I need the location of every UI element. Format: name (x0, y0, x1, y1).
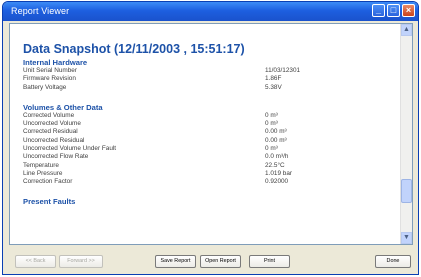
report-panel: Data Snapshot (12/11/2003 , 15:51:17) In… (9, 23, 413, 245)
scroll-thumb[interactable] (401, 179, 412, 203)
row-value: 0 m³ (265, 145, 278, 153)
row-value: 0 m³ (265, 111, 278, 119)
row-label: Correction Factor (23, 178, 73, 186)
section-title: Volumes & Other Data (23, 102, 103, 112)
table-row: Line Pressure 1.019 bar (23, 170, 393, 178)
table-row: Corrected Volume 0 m³ (23, 112, 393, 120)
row-label: Line Pressure (23, 169, 63, 177)
row-label: Corrected Residual (23, 128, 78, 136)
row-value: 1.019 bar (265, 169, 293, 177)
section-title: Internal Hardware (23, 58, 88, 67)
row-value: 22.5°C (265, 161, 285, 169)
table-row: Uncorrected Volume 0 m³ (23, 120, 393, 128)
row-value: 0.92000 (265, 178, 289, 186)
minimize-icon[interactable]: _ (372, 4, 385, 17)
row-label: Uncorrected Flow Rate (23, 153, 89, 161)
title-bar[interactable]: Report Viewer _ □ × (3, 2, 418, 21)
row-label: Uncorrected Residual (23, 136, 85, 144)
table-row: Correction Factor 0.92000 (23, 178, 393, 186)
open-report-button[interactable]: Open Report (200, 255, 241, 268)
maximize-icon[interactable]: □ (387, 4, 400, 17)
volumes-table: Corrected Volume 0 m³ Uncorrected Volume 0… (23, 112, 393, 187)
row-value: 5.38V (265, 83, 282, 91)
row-label: Uncorrected Volume (23, 120, 81, 128)
hardware-table: Unit Serial Number 11/03/12301 Firmware R… (23, 67, 393, 92)
table-row: Unit Serial Number 11/03/12301 (23, 67, 393, 75)
table-row: Corrected Residual 0.00 m³ (23, 128, 393, 136)
scroll-down-icon[interactable]: ▼ (401, 232, 412, 244)
report-heading: Data Snapshot (12/11/2003 , 15:51:17) (23, 42, 245, 56)
scroll-up-icon[interactable]: ▲ (401, 24, 412, 36)
report-viewer-window: Report Viewer _ □ × Data Snapshot (12/11… (2, 1, 419, 275)
row-value: 0.0 m³/h (265, 153, 289, 161)
back-button[interactable]: << Back (15, 255, 56, 268)
table-row: Temperature 22.5°C (23, 162, 393, 170)
row-value: 0 m³ (265, 120, 278, 128)
row-label: Corrected Volume (23, 111, 75, 119)
forward-button[interactable]: Forward >> (59, 255, 103, 268)
row-label: Battery Voltage (23, 83, 67, 91)
row-value: 11/03/12301 (265, 67, 301, 74)
table-row: Battery Voltage 5.38V (23, 84, 393, 92)
row-value: 0.00 m³ (265, 128, 287, 136)
row-value: 0.00 m³ (265, 136, 287, 144)
vertical-scrollbar[interactable]: ▲ ▼ (400, 24, 412, 244)
save-report-button[interactable]: Save Report (155, 255, 196, 268)
row-label: Unit Serial Number (23, 67, 77, 74)
table-row: Uncorrected Flow Rate 0.0 m³/h (23, 153, 393, 161)
done-button[interactable]: Done (375, 255, 411, 268)
row-label: Firmware Revision (23, 75, 76, 83)
section-title: Present Faults (23, 196, 76, 206)
table-row: Uncorrected Residual 0.00 m³ (23, 137, 393, 145)
table-row: Uncorrected Volume Under Fault 0 m³ (23, 145, 393, 153)
window-title: Report Viewer (11, 6, 70, 16)
report-document: Data Snapshot (12/11/2003 , 15:51:17) In… (23, 42, 393, 206)
close-icon[interactable]: × (402, 4, 415, 17)
row-label: Temperature (23, 161, 59, 169)
row-value: 1.86F (265, 75, 282, 83)
row-label: Uncorrected Volume Under Fault (23, 145, 117, 153)
print-button[interactable]: Print (249, 255, 290, 268)
table-row: Firmware Revision 1.86F (23, 75, 393, 83)
button-bar: << Back Forward >> Save Report Open Repo… (3, 255, 418, 271)
